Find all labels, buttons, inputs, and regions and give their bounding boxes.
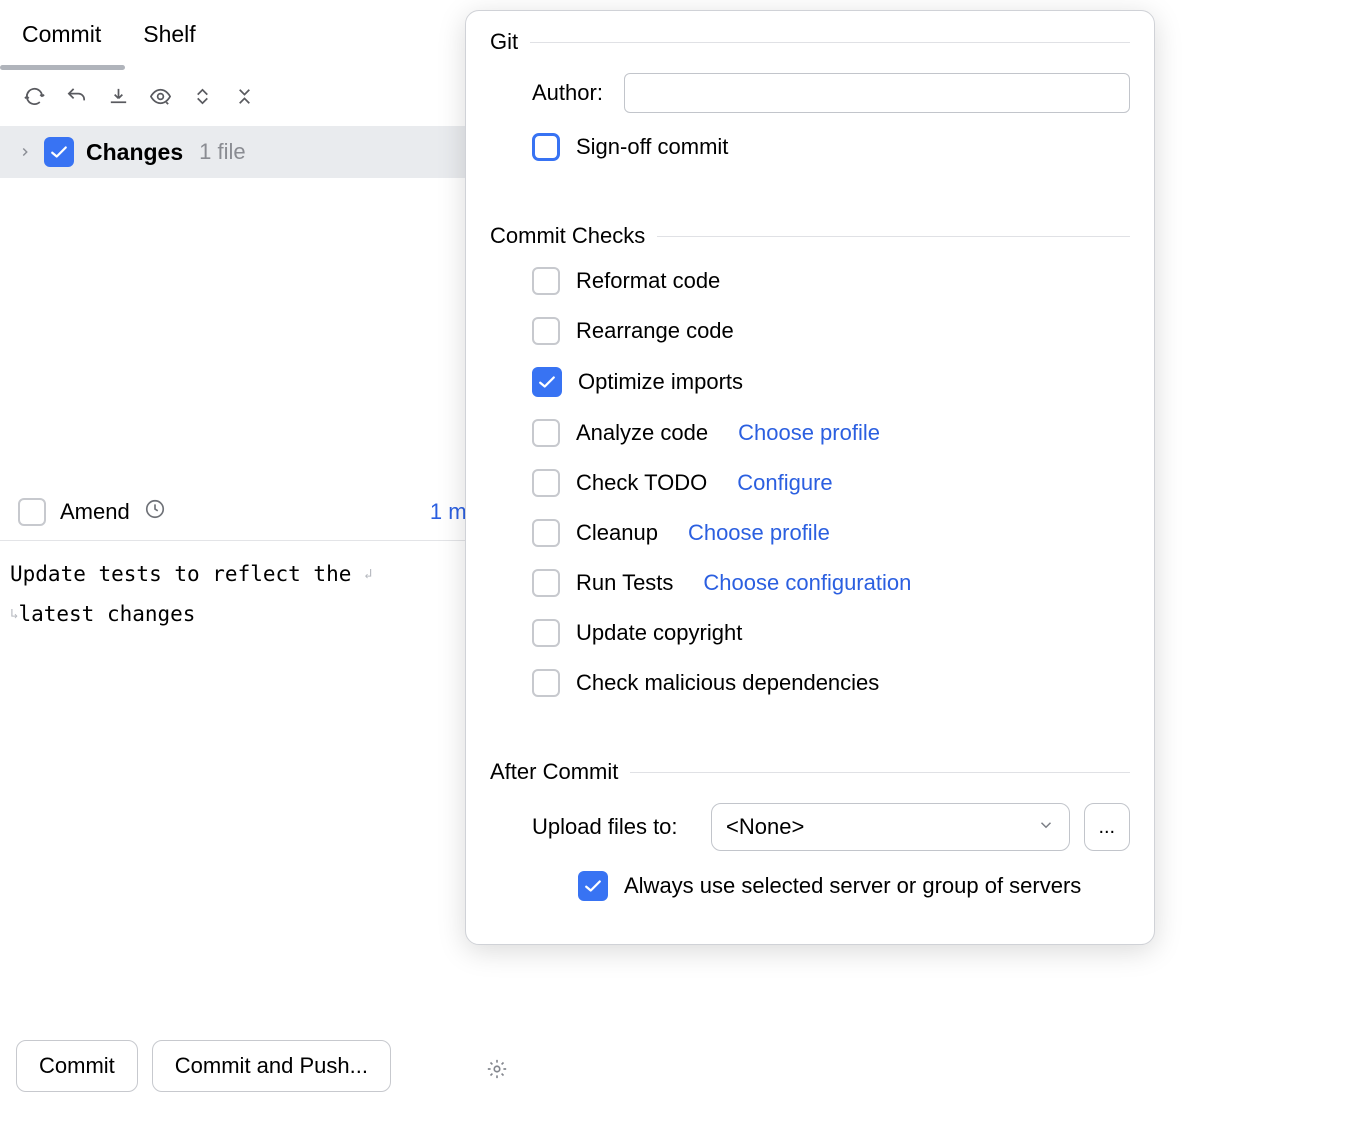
changes-row[interactable]: Changes 1 file	[0, 126, 520, 178]
tab-commit[interactable]: Commit	[20, 21, 103, 48]
changes-label: Changes	[86, 139, 183, 166]
toolbar	[0, 68, 520, 126]
undo-icon[interactable]	[62, 82, 90, 110]
git-section-header: Git	[490, 29, 1130, 55]
download-icon[interactable]	[104, 82, 132, 110]
commit-button[interactable]: Commit	[16, 1040, 138, 1092]
cleanup-checkbox[interactable]	[532, 519, 560, 547]
author-input[interactable]	[624, 73, 1130, 113]
runtests-link[interactable]: Choose configuration	[703, 570, 911, 596]
todo-checkbox[interactable]	[532, 469, 560, 497]
after-commit-header: After Commit	[490, 759, 1130, 785]
signoff-checkbox[interactable]	[532, 133, 560, 161]
history-icon[interactable]	[144, 498, 166, 526]
amend-label: Amend	[60, 499, 130, 525]
reformat-checkbox[interactable]	[532, 267, 560, 295]
cleanup-link[interactable]: Choose profile	[688, 520, 830, 546]
commit-message-input[interactable]: Update tests to reflect the ↲ ↳latest ch…	[0, 540, 520, 649]
author-label: Author:	[532, 80, 610, 106]
upload-more-button[interactable]: ...	[1084, 803, 1130, 851]
commit-options-popup: Git Author: Sign-off commit Commit Check…	[465, 10, 1155, 945]
upload-value: <None>	[726, 814, 804, 840]
todo-link[interactable]: Configure	[737, 470, 832, 496]
chevron-down-icon	[1037, 814, 1055, 840]
collapse-all-icon[interactable]	[230, 82, 258, 110]
analyze-link[interactable]: Choose profile	[738, 420, 880, 446]
rearrange-checkbox[interactable]	[532, 317, 560, 345]
malicious-label: Check malicious dependencies	[576, 670, 879, 696]
always-server-checkbox[interactable]	[578, 871, 608, 901]
copyright-label: Update copyright	[576, 620, 742, 646]
changes-checkbox[interactable]	[44, 137, 74, 167]
todo-label: Check TODO	[576, 470, 707, 496]
analyze-label: Analyze code	[576, 420, 708, 446]
optimize-checkbox[interactable]	[532, 367, 562, 397]
amend-row: Amend 1 modif	[0, 498, 520, 526]
always-server-label: Always use selected server or group of s…	[624, 873, 1081, 899]
commit-panel: Commit Shelf Changes 1 file	[0, 0, 520, 1000]
runtests-label: Run Tests	[576, 570, 673, 596]
commit-checks-title: Commit Checks	[490, 223, 645, 249]
git-title: Git	[490, 29, 518, 55]
rearrange-label: Rearrange code	[576, 318, 734, 344]
author-row: Author:	[490, 73, 1130, 113]
cleanup-label: Cleanup	[576, 520, 658, 546]
changes-count: 1 file	[199, 139, 245, 165]
malicious-checkbox[interactable]	[532, 669, 560, 697]
signoff-label: Sign-off commit	[576, 134, 728, 160]
upload-label: Upload files to:	[532, 814, 697, 840]
upload-row: Upload files to: <None> ...	[490, 803, 1130, 851]
refresh-icon[interactable]	[20, 82, 48, 110]
upload-select[interactable]: <None>	[711, 803, 1070, 851]
eye-icon[interactable]	[146, 82, 174, 110]
amend-checkbox[interactable]	[18, 498, 46, 526]
analyze-checkbox[interactable]	[532, 419, 560, 447]
commit-checks-header: Commit Checks	[490, 223, 1130, 249]
expand-all-icon[interactable]	[188, 82, 216, 110]
soft-wrap-icon: ↲	[364, 567, 372, 583]
after-commit-title: After Commit	[490, 759, 618, 785]
runtests-checkbox[interactable]	[532, 569, 560, 597]
copyright-checkbox[interactable]	[532, 619, 560, 647]
reformat-label: Reformat code	[576, 268, 720, 294]
gear-icon[interactable]	[486, 1058, 508, 1086]
tab-shelf[interactable]: Shelf	[141, 21, 197, 48]
tab-bar: Commit Shelf	[0, 0, 520, 68]
optimize-label: Optimize imports	[578, 369, 743, 395]
commit-and-push-button[interactable]: Commit and Push...	[152, 1040, 391, 1092]
chevron-right-icon[interactable]	[18, 139, 32, 165]
bottom-bar: Commit Commit and Push...	[0, 1000, 520, 1132]
